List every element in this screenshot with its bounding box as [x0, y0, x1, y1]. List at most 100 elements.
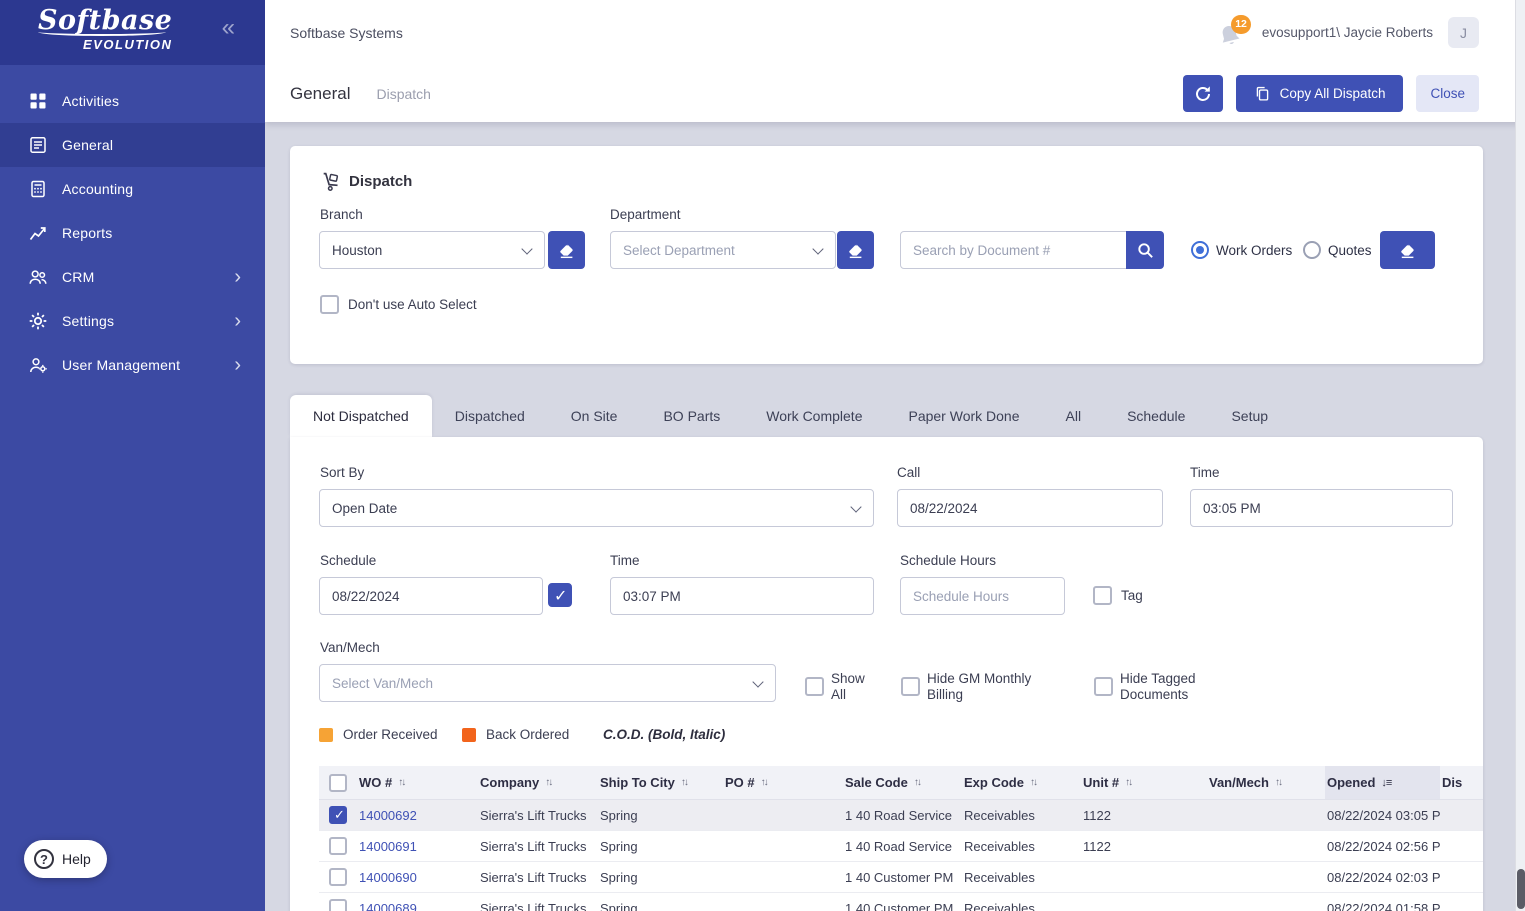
schedule-date-input[interactable]	[319, 577, 543, 615]
call-time-input[interactable]	[1190, 489, 1453, 527]
tab-all[interactable]: All	[1043, 395, 1105, 437]
select-all-checkbox[interactable]	[329, 773, 347, 792]
table-row[interactable]: 14000689 Sierra's Lift Trucks Spring 1 4…	[319, 893, 1483, 911]
show-all-checkbox[interactable]	[805, 677, 824, 696]
tab-dispatched[interactable]: Dispatched	[432, 395, 548, 437]
copy-icon	[1256, 86, 1268, 101]
cod-legend-label: C.O.D. (Bold, Italic)	[603, 727, 726, 742]
branch-select[interactable]: Houston	[319, 231, 545, 269]
help-button[interactable]: ? Help	[24, 840, 107, 878]
list-panel: Sort By Open Date Call Time Schedule Tim…	[290, 437, 1483, 911]
brand-name: Softbase	[38, 5, 173, 36]
sidebar-item-accounting[interactable]: Accounting	[0, 167, 265, 211]
current-user[interactable]: evosupport1\ Jaycie Roberts	[1262, 25, 1433, 40]
tab-bo-parts[interactable]: BO Parts	[640, 395, 743, 437]
tab-on-site[interactable]: On Site	[548, 395, 641, 437]
sidebar-collapse-button[interactable]: «	[222, 16, 235, 40]
col-unit[interactable]: Unit #	[1083, 775, 1119, 790]
tag-checkbox[interactable]	[1093, 586, 1112, 605]
van-mech-select[interactable]: Select Van/Mech	[319, 664, 776, 702]
dispatch-cell	[1440, 831, 1483, 861]
col-po[interactable]: PO #	[725, 775, 755, 790]
row-checkbox[interactable]	[329, 837, 347, 855]
copy-all-dispatch-button[interactable]: Copy All Dispatch	[1235, 75, 1404, 112]
quotes-label: Quotes	[1328, 243, 1372, 258]
col-dispatch[interactable]: Dis	[1442, 775, 1462, 790]
unit-cell: 1122	[1083, 838, 1111, 854]
search-clear-button[interactable]	[1380, 231, 1435, 269]
van-mech-value: Select Van/Mech	[332, 675, 434, 691]
order-received-label: Order Received	[343, 727, 438, 742]
wo-link[interactable]: 14000692	[359, 808, 417, 823]
col-sale-code[interactable]: Sale Code	[845, 775, 908, 790]
tab-dispatch[interactable]: Dispatch	[376, 86, 430, 102]
row-checkbox[interactable]	[329, 868, 347, 886]
sidebar-item-reports[interactable]: Reports	[0, 211, 265, 255]
van-mech-cell	[1207, 862, 1325, 892]
sidebar-item-settings[interactable]: Settings ›	[0, 299, 265, 343]
col-wo[interactable]: WO #	[359, 775, 392, 790]
tab-setup[interactable]: Setup	[1208, 395, 1291, 437]
sidebar-item-label: Accounting	[62, 181, 134, 197]
call-date-input[interactable]	[897, 489, 1163, 527]
sort-by-label: Sort By	[320, 465, 365, 480]
refresh-button[interactable]	[1182, 75, 1223, 112]
unit-cell	[1081, 862, 1207, 892]
call-label: Call	[897, 465, 921, 480]
show-all-label: Show All	[831, 671, 865, 703]
page-header: General Dispatch Copy All Dispatch Close	[265, 65, 1525, 122]
tab-paper-work-done[interactable]: Paper Work Done	[885, 395, 1042, 437]
topbar-right: 12 evosupport1\ Jaycie Roberts J	[1217, 14, 1479, 49]
wo-link[interactable]: 14000690	[359, 870, 417, 885]
row-checkbox[interactable]	[329, 806, 347, 824]
copy-all-dispatch-label: Copy All Dispatch	[1279, 86, 1386, 101]
sidebar-item-activities[interactable]: Activities	[0, 79, 265, 123]
tab-general[interactable]: General	[290, 84, 350, 104]
hide-tagged-documents-checkbox[interactable]	[1094, 677, 1113, 696]
tab-schedule[interactable]: Schedule	[1104, 395, 1208, 437]
schedule-time-label: Time	[610, 553, 640, 568]
chevron-right-icon: ›	[234, 354, 241, 376]
sidebar-item-user-management[interactable]: User Management ›	[0, 343, 265, 387]
reports-icon	[28, 223, 48, 243]
schedule-hours-input[interactable]	[900, 577, 1065, 615]
company-cell: Sierra's Lift Trucks	[480, 807, 587, 823]
col-ship-to-city[interactable]: Ship To City	[600, 775, 675, 790]
vertical-scrollbar[interactable]	[1515, 0, 1525, 911]
auto-select-checkbox[interactable]	[320, 295, 339, 314]
branch-clear-button[interactable]	[548, 231, 585, 269]
department-select[interactable]: Select Department	[610, 231, 836, 269]
schedule-checkbox[interactable]	[548, 583, 572, 607]
notifications-button[interactable]: 12	[1217, 14, 1251, 49]
sidebar-item-label: General	[62, 137, 114, 153]
close-button[interactable]: Close	[1416, 75, 1479, 112]
schedule-hours-label: Schedule Hours	[900, 553, 997, 568]
document-search-input[interactable]	[900, 231, 1127, 269]
col-company[interactable]: Company	[480, 775, 539, 790]
col-opened[interactable]: Opened	[1327, 775, 1375, 790]
table-row[interactable]: 14000690 Sierra's Lift Trucks Spring 1 4…	[319, 862, 1483, 893]
table-row[interactable]: 14000692 Sierra's Lift Trucks Spring 1 4…	[319, 800, 1483, 831]
scrollbar-thumb[interactable]	[1517, 869, 1525, 909]
department-clear-button[interactable]	[837, 231, 874, 269]
table-row[interactable]: 14000691 Sierra's Lift Trucks Spring 1 4…	[319, 831, 1483, 862]
wo-link[interactable]: 14000691	[359, 839, 417, 854]
work-orders-radio[interactable]	[1191, 241, 1209, 259]
avatar[interactable]: J	[1448, 17, 1479, 48]
hide-gm-monthly-billing-checkbox[interactable]	[901, 677, 920, 696]
sidebar-item-crm[interactable]: CRM ›	[0, 255, 265, 299]
wo-link[interactable]: 14000689	[359, 901, 417, 911]
quotes-radio[interactable]	[1303, 241, 1321, 259]
sort-by-select[interactable]: Open Date	[319, 489, 874, 527]
schedule-label: Schedule	[320, 553, 377, 568]
col-exp-code[interactable]: Exp Code	[964, 775, 1024, 790]
sort-icon: ↑↓	[680, 777, 689, 788]
schedule-time-input[interactable]	[610, 577, 874, 615]
logo-text: Softbase EVOLUTION	[38, 5, 173, 52]
tab-work-complete[interactable]: Work Complete	[743, 395, 885, 437]
tab-not-dispatched[interactable]: Not Dispatched	[290, 395, 432, 437]
sidebar-item-general[interactable]: General	[0, 123, 265, 167]
col-van-mech[interactable]: Van/Mech	[1209, 775, 1269, 790]
document-search-button[interactable]	[1126, 231, 1164, 269]
row-checkbox[interactable]	[329, 899, 347, 911]
